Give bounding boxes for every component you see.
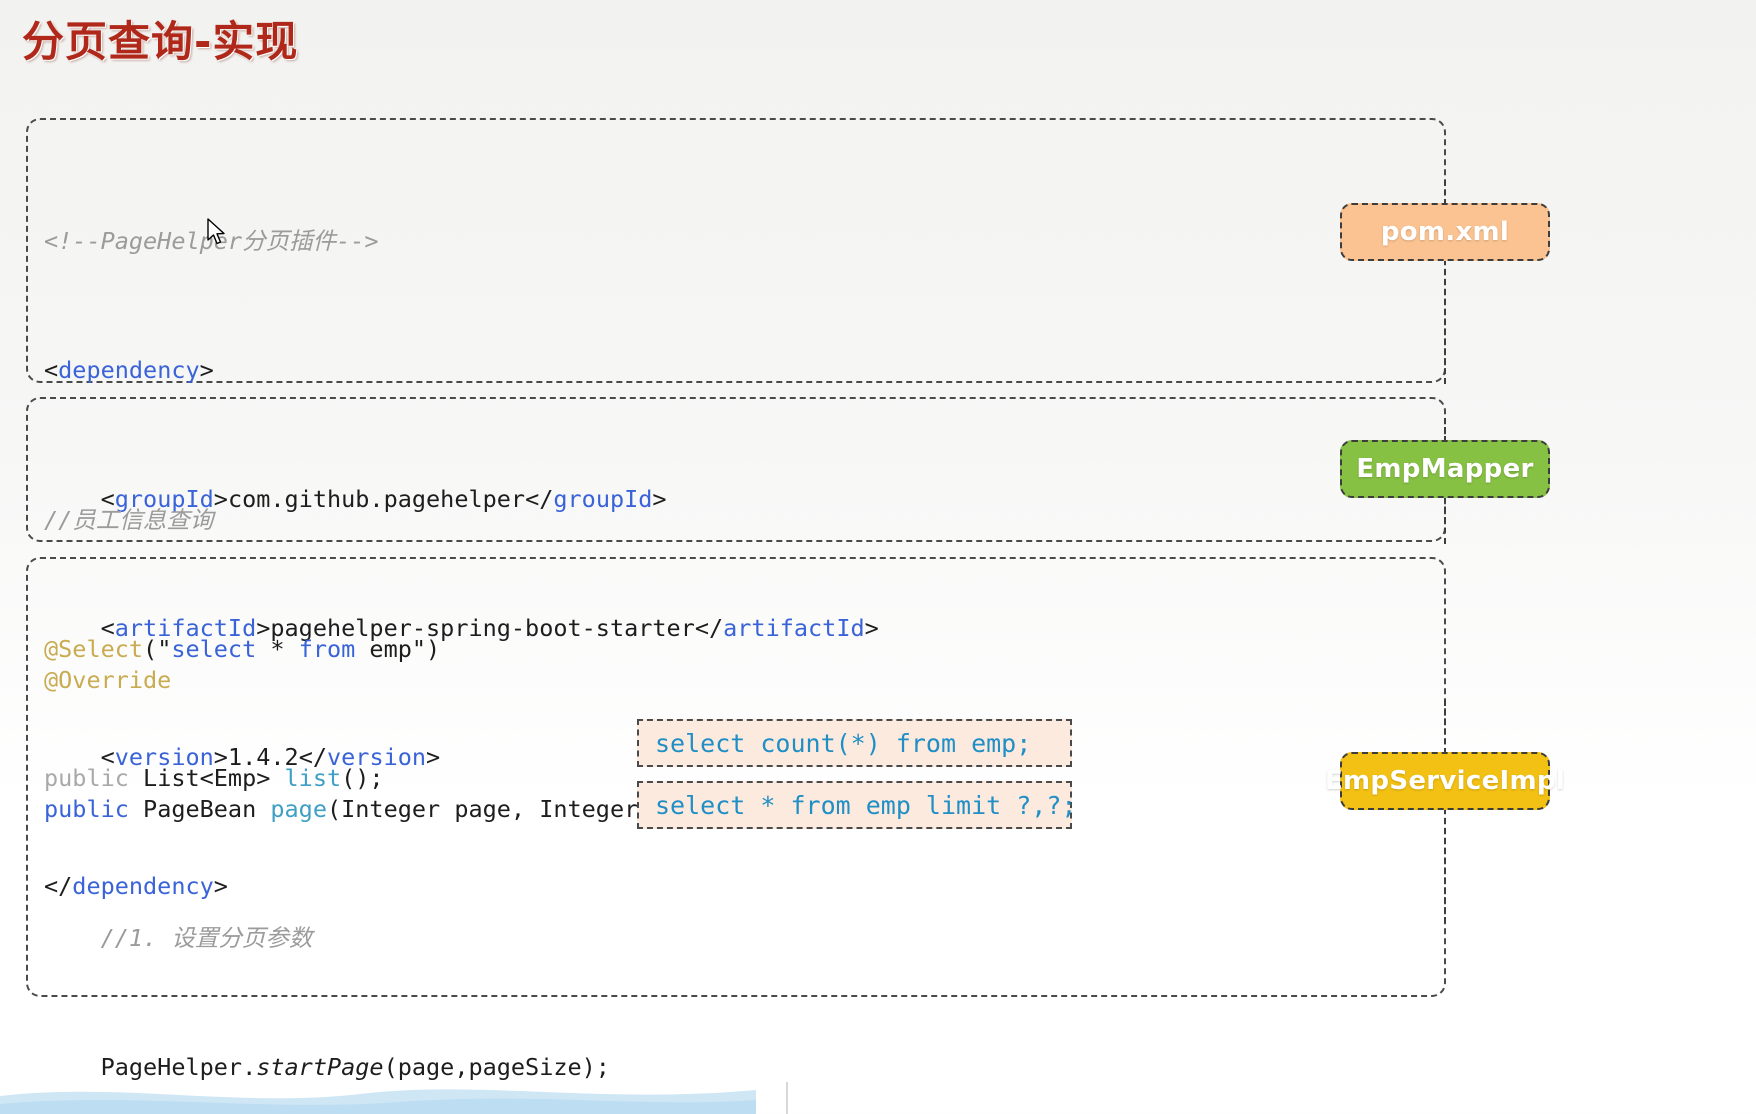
return-type-pagebean: PageBean <box>143 795 271 823</box>
badge-pom-label: pom.xml <box>1380 217 1510 247</box>
sql-callout-count: select count(*) from emp; <box>637 719 1072 767</box>
connector-mapper-top <box>1444 418 1446 442</box>
badge-emp-service-impl[interactable]: EmpServiceImpl <box>1325 752 1565 810</box>
pagehelper-call-c: (page,pageSize); <box>383 1053 610 1081</box>
tag-dependency-open-text: dependency <box>58 356 200 384</box>
method-name-page: page <box>270 795 327 823</box>
mouse-cursor-icon <box>207 218 225 245</box>
badge-mapper-label: EmpMapper <box>1356 454 1534 484</box>
sql-limit-text: select * from emp limit ?,?; <box>655 790 1077 820</box>
modifier-public: public <box>44 795 144 823</box>
code-line: //员工信息查询 <box>44 499 1444 542</box>
badge-pom-xml[interactable]: pom.xml <box>1340 203 1550 261</box>
java-comment-1: //1. 设置分页参数 <box>100 924 313 952</box>
java-comment: //员工信息查询 <box>44 506 214 534</box>
code-block-pom: <!--PageHelper分页插件--> <<dependency>depen… <box>26 118 1446 900</box>
badge-emp-mapper[interactable]: EmpMapper <box>1340 440 1550 498</box>
pagehelper-startpage: startPage <box>256 1053 384 1081</box>
code-block-mapper: //员工信息查询 @Select("select * from emp") pu… <box>26 397 1446 792</box>
sql-count-text: select count(*) from emp; <box>655 728 1032 758</box>
code-line: PageHelper.startPage(page,pageSize); <box>44 1046 1444 1089</box>
connector-service-top <box>1444 700 1446 754</box>
pagehelper-call-a: PageHelper. <box>100 1053 257 1081</box>
annotation-override: @Override <box>44 666 172 694</box>
code-line: //1. 设置分页参数 <box>44 917 1444 960</box>
connector-pom-top <box>1444 180 1446 205</box>
connector-mapper-bottom <box>1444 496 1446 544</box>
connector-service-bottom <box>1444 808 1446 923</box>
connector-pom-bottom <box>1444 259 1446 384</box>
code-line: <<dependency>dependency> <box>44 356 214 384</box>
code-line: <!--PageHelper分页插件--> <box>44 220 1444 263</box>
sql-callout-limit: select * from emp limit ?,?; <box>637 781 1076 829</box>
code-block-service: @Override public PageBean page(Integer p… <box>26 557 1446 1081</box>
page-title: 分页查询-实现 <box>22 17 299 66</box>
code-line: @Override <box>44 659 1444 702</box>
badge-service-label: EmpServiceImpl <box>1324 766 1566 796</box>
